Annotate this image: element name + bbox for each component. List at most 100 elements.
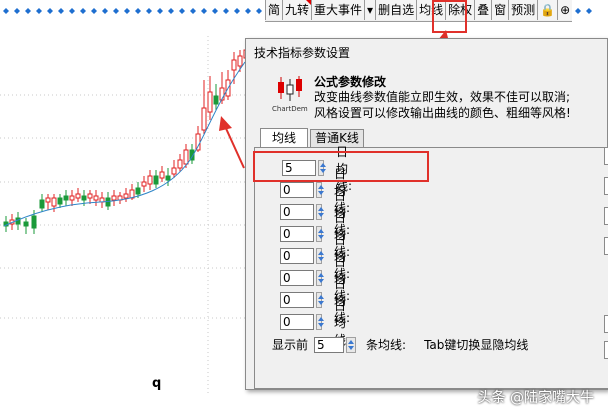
ma-period-spinner-2[interactable] bbox=[316, 182, 324, 198]
candle-body bbox=[75, 193, 81, 199]
show-count-spinner[interactable] bbox=[346, 336, 357, 353]
candle-body bbox=[31, 215, 37, 229]
candle-body bbox=[153, 175, 159, 185]
tab-ma[interactable]: 均线 bbox=[260, 128, 308, 149]
candle-body bbox=[237, 55, 243, 67]
ma-button-highlight bbox=[432, 0, 467, 33]
show-count-suffix: 条均线: bbox=[366, 338, 407, 352]
grid-diamond bbox=[157, 8, 163, 14]
candle-body bbox=[147, 175, 153, 185]
grid-diamond bbox=[47, 8, 53, 14]
ma-period-input-2[interactable] bbox=[280, 182, 314, 198]
ma-period-spinner-3[interactable] bbox=[316, 204, 324, 220]
tab-hint: Tab键切换显隐均线 bbox=[424, 338, 529, 352]
candle-body bbox=[183, 149, 189, 165]
candle-body bbox=[171, 167, 177, 175]
grid-diamond bbox=[212, 8, 218, 14]
candle-body bbox=[159, 171, 165, 179]
candle-body bbox=[207, 91, 213, 113]
candle-body bbox=[213, 95, 219, 105]
grid-diamond bbox=[135, 8, 141, 14]
grid-diamond bbox=[102, 8, 108, 14]
grid-diamond bbox=[168, 8, 174, 14]
ma-period-input-5[interactable] bbox=[280, 248, 314, 264]
ma-period-spinner-4[interactable] bbox=[316, 226, 324, 242]
side-button-4[interactable] bbox=[604, 237, 608, 255]
ma-period-spinner-8[interactable] bbox=[316, 314, 324, 330]
grid-diamond bbox=[124, 8, 130, 14]
toolbar-item-2[interactable]: 重大事件 bbox=[311, 0, 365, 20]
side-button-1[interactable] bbox=[604, 147, 608, 165]
grid-diamond bbox=[256, 8, 262, 14]
toolbar-item-11[interactable]: ⊕ bbox=[557, 0, 573, 20]
ma-period-spinner-5[interactable] bbox=[316, 248, 324, 264]
toolbar-item-3[interactable]: ▾ bbox=[364, 0, 376, 20]
ma-row-8: 日均线: bbox=[280, 299, 354, 347]
toolbar-item-10[interactable]: 🔒 bbox=[537, 0, 558, 20]
grid-diamond bbox=[58, 8, 64, 14]
grid-diamond bbox=[69, 8, 75, 14]
candle-body bbox=[165, 175, 171, 181]
side-button-5[interactable] bbox=[604, 315, 608, 333]
candle-body bbox=[231, 59, 237, 71]
toolbar-item-7[interactable]: 叠 bbox=[474, 0, 492, 20]
grid-diamond bbox=[223, 8, 229, 14]
candle-body bbox=[135, 187, 141, 195]
toolbar-item-4[interactable]: 删自选 bbox=[375, 0, 417, 20]
ma-period-input-4[interactable] bbox=[280, 226, 314, 242]
candle-body bbox=[63, 195, 69, 201]
dialog-title: 技术指标参数设置 bbox=[254, 46, 351, 60]
side-button-6[interactable] bbox=[604, 341, 608, 359]
toolbar-item-1[interactable]: 九转 bbox=[282, 0, 312, 20]
grid-diamond bbox=[80, 8, 86, 14]
candle-body bbox=[81, 195, 87, 201]
candle-body bbox=[69, 195, 75, 201]
watermark: 头条 @陆家嘴大牛 bbox=[477, 390, 594, 406]
candle-body bbox=[201, 107, 207, 131]
ma-period-spinner-7[interactable] bbox=[316, 292, 324, 308]
ma-period-input-3[interactable] bbox=[280, 204, 314, 220]
ma-period-spinner-6[interactable] bbox=[316, 270, 324, 286]
ma-period-input-6[interactable] bbox=[280, 270, 314, 286]
grid-diamond bbox=[3, 8, 9, 14]
side-button-2[interactable] bbox=[604, 177, 608, 195]
show-count-input[interactable] bbox=[314, 336, 345, 353]
chart-logo-icon bbox=[278, 76, 302, 101]
toolbar-item-0[interactable]: 简 bbox=[265, 0, 283, 20]
grid-diamond bbox=[234, 8, 240, 14]
toolbar-item-9[interactable]: 预测 bbox=[508, 0, 538, 20]
candle-body bbox=[123, 193, 129, 199]
grid-diamond bbox=[113, 8, 119, 14]
dialog-description-line1: 改变曲线参数值能立即生效，效果不佳可以取消; bbox=[314, 90, 571, 104]
grid-diamond bbox=[245, 8, 251, 14]
chart-label: q bbox=[152, 376, 162, 391]
toolbar-item-8[interactable]: 窗 bbox=[491, 0, 509, 20]
candle-body bbox=[57, 197, 63, 205]
candle-body bbox=[39, 199, 45, 209]
candle-body bbox=[177, 159, 183, 169]
grid-diamond bbox=[575, 8, 581, 14]
grid-diamond bbox=[14, 8, 20, 14]
candle-body bbox=[51, 197, 57, 207]
ma-period-input-8[interactable] bbox=[280, 314, 314, 330]
candle-body bbox=[45, 197, 51, 203]
candle-body bbox=[23, 221, 29, 227]
show-count-prefix: 显示前 bbox=[272, 338, 309, 352]
grid-diamond bbox=[179, 8, 185, 14]
ma-period-input-7[interactable] bbox=[280, 292, 314, 308]
grid-diamond bbox=[201, 8, 207, 14]
chart-toolbar: 简九转 重大事件 ▾ 删自选 均线 除权叠窗预测 🔒 ⊕ bbox=[265, 0, 573, 22]
grid-diamond bbox=[586, 8, 592, 14]
annotation-arrow-chart-head bbox=[219, 116, 232, 131]
grid-diamond bbox=[36, 8, 42, 14]
candle-body bbox=[141, 181, 147, 187]
grid-diamond bbox=[146, 8, 152, 14]
candle-body bbox=[111, 195, 117, 201]
candle-body bbox=[195, 133, 201, 151]
annotation-arrow-chart bbox=[223, 123, 245, 169]
grid-diamond bbox=[25, 8, 31, 14]
side-button-3[interactable] bbox=[604, 207, 608, 225]
first-ma-row-highlight bbox=[253, 151, 429, 182]
candle-body bbox=[87, 193, 93, 199]
indicator-params-dialog: 技术指标参数设置 ChartDem 公式参数修改 改变曲线参数值能立即生效，效果… bbox=[245, 38, 608, 390]
